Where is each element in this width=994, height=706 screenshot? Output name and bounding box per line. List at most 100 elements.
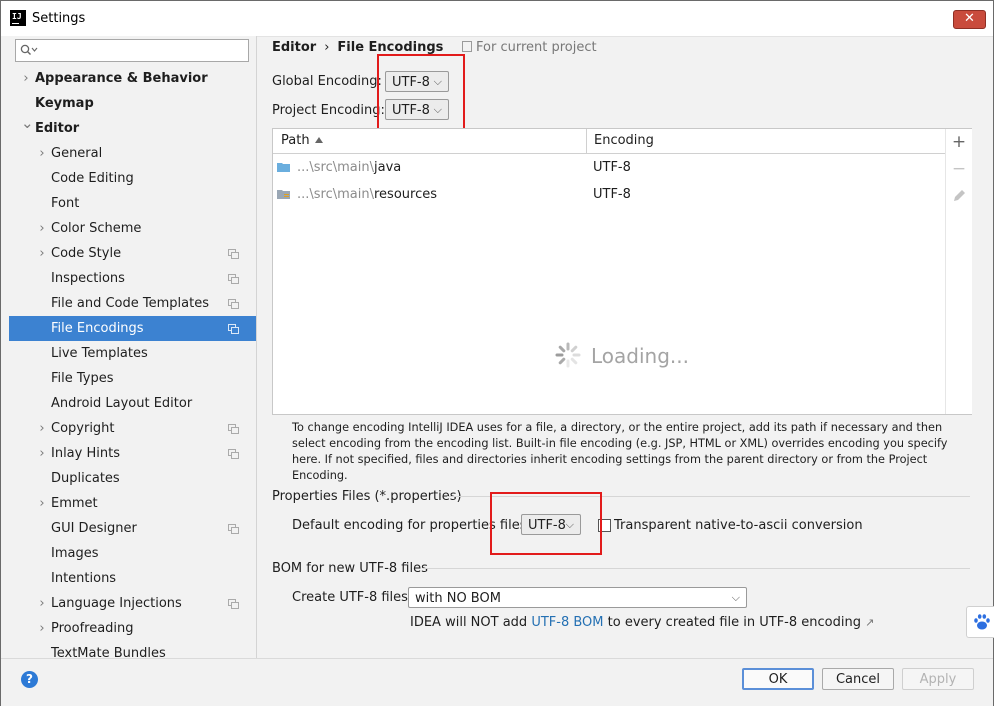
table-row[interactable]: ...\src\main\java UTF-8 (273, 154, 945, 181)
column-header-encoding[interactable]: Encoding (594, 129, 654, 153)
sidebar-item-appearance-behavior[interactable]: › Appearance & Behavior (1, 66, 256, 91)
apply-button[interactable]: Apply (902, 668, 974, 690)
chevron-down-icon[interactable]: ⌄ (21, 111, 34, 136)
sidebar-item-editor[interactable]: ⌄ Editor (1, 114, 256, 141)
project-encoding-label: Project Encoding: (272, 103, 385, 118)
chevron-right-icon[interactable]: › (37, 141, 47, 166)
sidebar-item-duplicates[interactable]: Duplicates (1, 466, 256, 491)
title-bar: IJ Settings ✕ (1, 1, 993, 37)
settings-sidebar: › Appearance & Behavior Keymap ⌄ Editor › Gene… (1, 36, 256, 658)
settings-window: IJ Settings ✕ › Appearance & Behavior Keym… (0, 0, 994, 706)
sidebar-item-proofreading[interactable]: › Proofreading (1, 616, 256, 641)
global-encoding-label: Global Encoding: (272, 74, 382, 89)
spinner-icon (555, 342, 581, 368)
sidebar-item-label: Live Templates (51, 346, 148, 361)
project-settings-icon (228, 249, 239, 259)
sidebar-item-label: Inspections (51, 271, 125, 286)
sidebar-item-label: Font (51, 196, 80, 211)
utf8-bom-link[interactable]: UTF-8 BOM (531, 615, 603, 630)
bom-note: IDEA will NOT add UTF-8 BOM to every cre… (410, 615, 874, 630)
help-button[interactable]: ? (21, 671, 38, 688)
paw-icon (974, 614, 990, 630)
settings-search-input[interactable] (15, 39, 249, 62)
sidebar-item-intentions[interactable]: Intentions (1, 566, 256, 591)
project-settings-icon (228, 524, 239, 534)
sidebar-item-label: File Types (51, 371, 114, 386)
sidebar-item-textmate-bundles[interactable]: TextMate Bundles (1, 641, 256, 658)
sidebar-item-label: General (51, 146, 103, 161)
sidebar-item-language-injections[interactable]: › Language Injections (1, 591, 256, 616)
remove-path-button[interactable]: − (946, 159, 972, 179)
native-to-ascii-label[interactable]: Transparent native-to-ascii conversion (614, 518, 863, 533)
sidebar-item-label: Intentions (51, 571, 117, 586)
column-header-path[interactable]: Path (273, 129, 587, 153)
floating-paw-button[interactable] (966, 606, 994, 638)
source-folder-icon (277, 163, 290, 172)
project-settings-icon (228, 274, 239, 284)
chevron-right-icon[interactable]: › (37, 491, 47, 516)
bom-note-suffix: to every created file in UTF-8 encoding (607, 615, 861, 630)
sidebar-item-label: Appearance & Behavior (35, 71, 208, 86)
row-encoding[interactable]: UTF-8 (593, 181, 631, 208)
sidebar-item-code-editing[interactable]: Code Editing (1, 166, 256, 191)
sidebar-item-file-and-code-templates[interactable]: File and Code Templates (1, 291, 256, 316)
bom-note-prefix: IDEA will NOT add (410, 615, 528, 630)
sidebar-item-label: Android Layout Editor (51, 396, 193, 411)
table-toolbar: + − (945, 129, 972, 414)
sidebar-item-label: Keymap (35, 96, 94, 111)
row-encoding[interactable]: UTF-8 (593, 154, 631, 181)
sidebar-item-keymap[interactable]: Keymap (1, 91, 256, 116)
dialog-button-bar: ? OK Cancel Apply (1, 658, 993, 706)
file-encodings-panel: Editor › File Encodings For current projec… (257, 36, 993, 658)
chevron-right-icon[interactable]: › (37, 416, 47, 441)
project-settings-icon (228, 599, 239, 609)
sidebar-item-gui-designer[interactable]: GUI Designer (1, 516, 256, 541)
sidebar-item-general[interactable]: › General (1, 141, 256, 166)
project-settings-icon (228, 324, 239, 334)
close-button[interactable]: ✕ (953, 10, 986, 29)
sidebar-item-label: File and Code Templates (51, 296, 209, 311)
sidebar-item-label: GUI Designer (51, 521, 137, 536)
sidebar-item-images[interactable]: Images (1, 541, 256, 566)
table-row[interactable]: ...\src\main\resources UTF-8 (273, 181, 945, 208)
sidebar-item-inspections[interactable]: Inspections (1, 266, 256, 291)
sidebar-item-label: Code Style (51, 246, 122, 261)
sidebar-item-inlay-hints[interactable]: › Inlay Hints (1, 441, 256, 466)
chevron-right-icon[interactable]: › (21, 66, 31, 91)
chevron-right-icon[interactable]: › (37, 616, 47, 641)
edit-path-button[interactable] (946, 185, 972, 208)
sidebar-item-code-style[interactable]: › Code Style (1, 241, 256, 266)
project-settings-icon (228, 449, 239, 459)
window-title: Settings (32, 11, 86, 26)
sidebar-item-emmet[interactable]: › Emmet (1, 491, 256, 516)
chevron-right-icon[interactable]: › (37, 216, 47, 241)
chevron-right-icon[interactable]: › (37, 441, 47, 466)
sidebar-item-label: Emmet (51, 496, 98, 511)
section-divider (423, 568, 970, 569)
pencil-icon (954, 190, 965, 201)
breadcrumb: Editor › File Encodings (272, 40, 443, 55)
chevron-right-icon[interactable]: › (37, 241, 47, 266)
ok-button[interactable]: OK (742, 668, 814, 690)
sidebar-item-copyright[interactable]: › Copyright (1, 416, 256, 441)
path-encoding-table[interactable]: Path Encoding ...\src\main\java UTF-8 ..… (272, 128, 972, 415)
sidebar-item-label: Editor (35, 121, 80, 136)
add-path-button[interactable]: + (946, 132, 972, 152)
bom-select[interactable]: with NO BOM ⌵ (408, 587, 747, 608)
chevron-down-icon: ⌵ (731, 591, 740, 604)
bom-section-title: BOM for new UTF-8 files (272, 561, 428, 576)
page-title: File Encodings (337, 40, 444, 55)
sidebar-item-live-templates[interactable]: Live Templates (1, 341, 256, 366)
breadcrumb-separator: › (324, 40, 330, 55)
sidebar-item-color-scheme[interactable]: › Color Scheme (1, 216, 256, 241)
chevron-right-icon[interactable]: › (37, 591, 47, 616)
sidebar-item-label: Images (51, 546, 99, 561)
sidebar-item-android-layout-editor[interactable]: Android Layout Editor (1, 391, 256, 416)
cancel-button[interactable]: Cancel (822, 668, 894, 690)
sidebar-item-file-encodings[interactable]: File Encodings (9, 316, 256, 341)
highlight-box-properties (490, 492, 602, 555)
sidebar-item-font[interactable]: Font (1, 191, 256, 216)
row-path: ...\src\main\resources (297, 187, 438, 202)
sidebar-item-file-types[interactable]: File Types (1, 366, 256, 391)
sidebar-item-label: Language Injections (51, 596, 182, 611)
